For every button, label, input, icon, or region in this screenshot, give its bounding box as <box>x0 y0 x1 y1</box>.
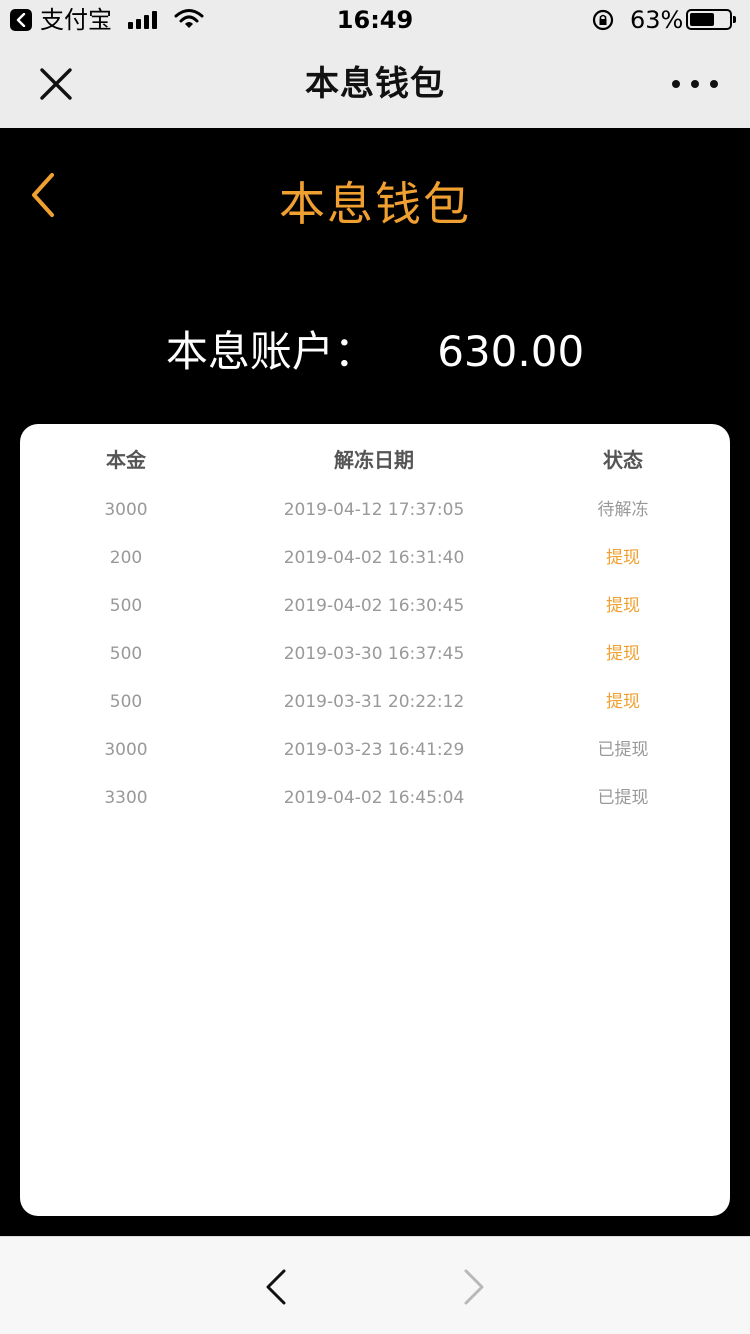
cell-date: 2019-04-02 16:45:04 <box>283 788 465 808</box>
browser-toolbar <box>0 1236 750 1334</box>
cell-principal: 500 <box>109 692 143 712</box>
records-card: 本金 解冻日期 状态 3000 2019-04-12 17:37:05 待解冻 … <box>20 424 730 1216</box>
header-unfreeze-date: 解冻日期 <box>334 448 414 472</box>
browser-forward-icon <box>464 1269 484 1305</box>
cell-principal: 3000 <box>104 740 148 760</box>
status-bar: 支付宝 16:49 63% <box>0 0 750 40</box>
table-row: 500 2019-03-30 16:37:45 提现 <box>20 630 730 678</box>
table-row: 3300 2019-04-02 16:45:04 已提现 <box>20 774 730 822</box>
table-header: 本金 解冻日期 状态 <box>20 436 730 484</box>
cell-principal: 3300 <box>104 788 148 808</box>
cell-date: 2019-03-23 16:41:29 <box>283 740 465 760</box>
table-row: 500 2019-04-02 16:30:45 提现 <box>20 582 730 630</box>
withdraw-button[interactable]: 提现 <box>563 582 683 630</box>
cell-date: 2019-04-02 16:31:40 <box>283 548 465 568</box>
header-principal: 本金 <box>106 448 146 472</box>
table-row: 500 2019-03-31 20:22:12 提现 <box>20 678 730 726</box>
account-value: 630.00 <box>437 327 585 376</box>
cell-date: 2019-04-12 17:37:05 <box>283 500 465 520</box>
battery-icon <box>686 9 736 30</box>
page-title: 本息钱包 <box>279 177 471 231</box>
account-label: 本息账户： <box>165 327 376 376</box>
cell-status: 待解冻 <box>597 500 649 520</box>
withdraw-button[interactable]: 提现 <box>563 678 683 726</box>
nav-title: 本息钱包 <box>305 64 445 104</box>
page-content: 本息钱包 本息账户： 630.00 本金 解冻日期 状态 3000 2019-0… <box>0 128 750 1236</box>
cell-date: 2019-04-02 16:30:45 <box>283 596 465 616</box>
withdraw-button[interactable]: 提现 <box>563 630 683 678</box>
cell-status: 已提现 <box>597 788 649 808</box>
withdraw-button[interactable]: 提现 <box>563 534 683 582</box>
cell-date: 2019-03-30 16:37:45 <box>283 644 465 664</box>
browser-back-icon[interactable] <box>262 1267 290 1307</box>
rotation-lock-icon <box>592 9 614 31</box>
table-row: 3000 2019-04-12 17:37:05 待解冻 <box>20 486 730 534</box>
cell-principal: 500 <box>109 596 143 616</box>
more-icon[interactable] <box>672 80 718 90</box>
cell-status: 已提现 <box>597 740 649 760</box>
table-row: 3000 2019-03-23 16:41:29 已提现 <box>20 726 730 774</box>
cell-principal: 200 <box>109 548 143 568</box>
cell-principal: 3000 <box>104 500 148 520</box>
cell-principal: 500 <box>109 644 143 664</box>
header-status: 状态 <box>603 448 643 472</box>
table-row: 200 2019-04-02 16:31:40 提现 <box>20 534 730 582</box>
cell-date: 2019-03-31 20:22:12 <box>283 692 465 712</box>
battery-percent: 63% <box>630 6 684 34</box>
battery-fill <box>690 13 714 26</box>
nav-bar: 本息钱包 <box>0 40 750 128</box>
account-summary: 本息账户： 630.00 <box>0 324 750 380</box>
